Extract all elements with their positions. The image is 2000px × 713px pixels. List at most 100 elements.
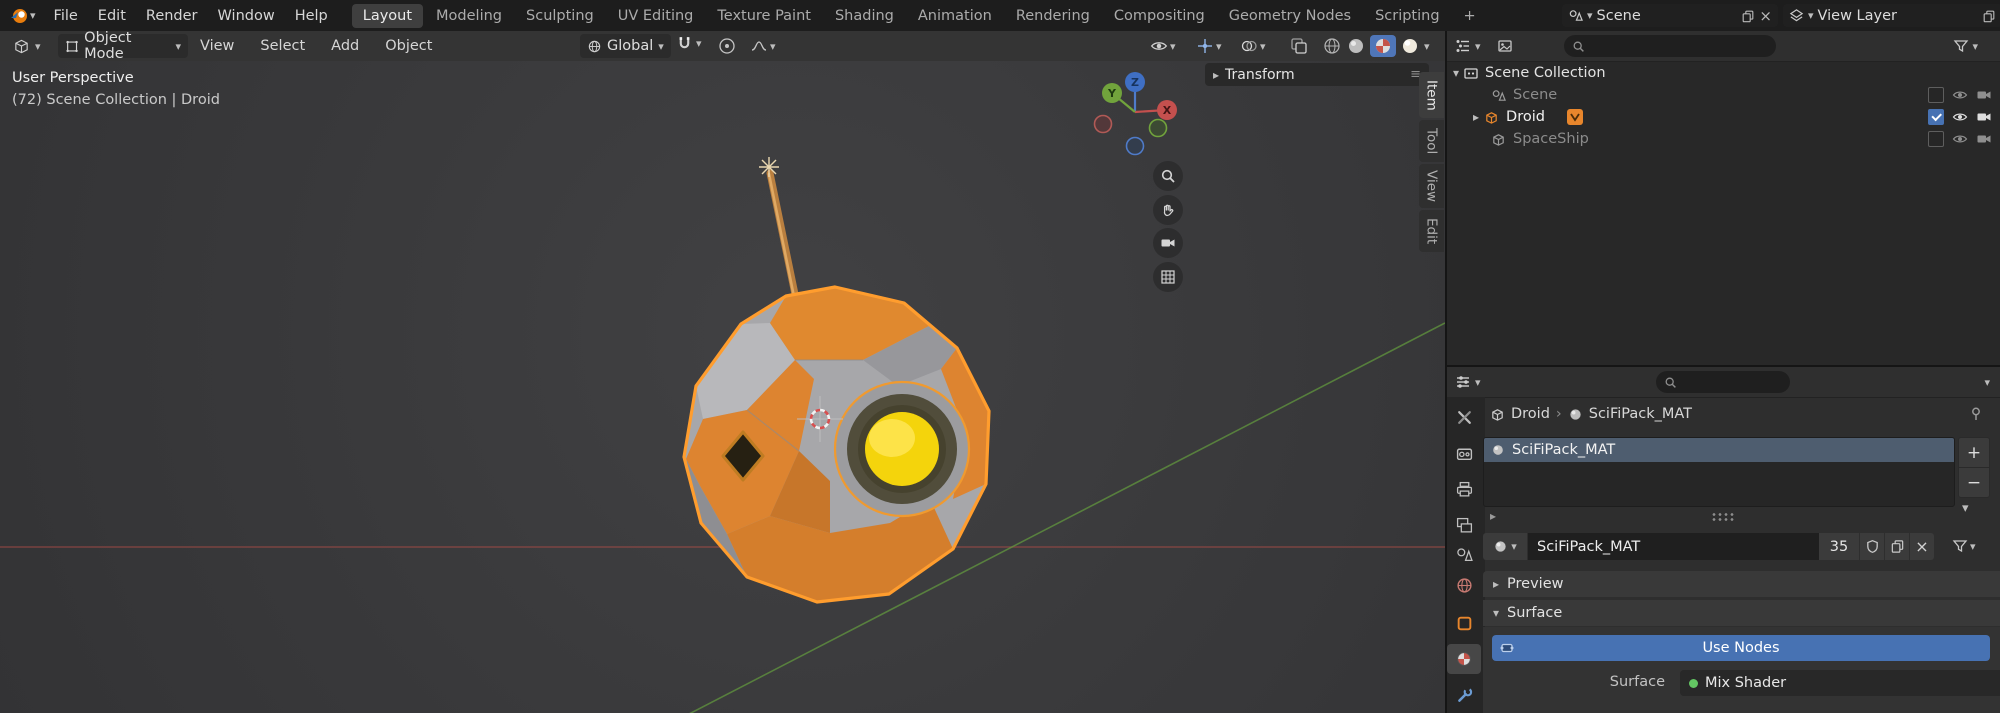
tab-object-properties[interactable] (1447, 608, 1481, 638)
list-resize-grip[interactable] (1711, 512, 1735, 521)
add-material-slot-button[interactable]: + (1958, 437, 1990, 468)
material-filter-button[interactable]: ▾ (1952, 538, 1976, 554)
menu-file[interactable]: File (44, 0, 88, 31)
scene-selector[interactable]: ▾ Scene × (1562, 4, 1778, 27)
shading-solid-icon[interactable] (1346, 36, 1366, 56)
material-name-input[interactable]: SciFiPack_MAT (1528, 533, 1836, 560)
gizmo-neg-y-ball[interactable] (1150, 120, 1167, 137)
duplicate-material-button[interactable] (1885, 533, 1909, 560)
tab-output-properties[interactable] (1447, 474, 1481, 504)
shading-wireframe-icon[interactable] (1322, 36, 1342, 56)
menu-edit[interactable]: Edit (88, 0, 136, 31)
blender-menu-button[interactable]: ▾ (0, 0, 44, 31)
display-mode-icon[interactable] (1497, 38, 1513, 54)
shading-rendered-icon[interactable] (1400, 36, 1420, 56)
properties-search-field[interactable] (1656, 371, 1790, 393)
slot-specials-button[interactable]: ▾ (1962, 500, 1969, 516)
menu-help[interactable]: Help (285, 0, 338, 31)
breadcrumb-material[interactable]: SciFiPack_MAT (1589, 406, 1692, 422)
workspace-tab-compositing[interactable]: Compositing (1103, 4, 1216, 28)
shading-material-active[interactable] (1370, 35, 1396, 57)
users-count-button[interactable]: 35 (1819, 533, 1859, 560)
breadcrumb-object[interactable]: Droid (1511, 406, 1550, 422)
new-view-layer-icon[interactable] (1982, 9, 1996, 23)
pin-icon[interactable] (1968, 406, 1984, 422)
mode-dropdown[interactable]: Object Mode ▾ (58, 34, 188, 58)
visibility-dropdown[interactable]: ▾ (1150, 37, 1176, 55)
outliner-row-scene[interactable]: Scene (1445, 84, 2000, 106)
new-scene-icon[interactable] (1741, 9, 1755, 23)
editor-type-button[interactable]: ▾ (6, 34, 48, 58)
snap-button[interactable]: ▾ (676, 35, 702, 52)
camera-icon[interactable] (1976, 109, 1992, 125)
disclosure-right-icon[interactable]: ▸ (1490, 510, 1496, 522)
unlink-material-button[interactable]: × (1910, 533, 1934, 560)
menu-view[interactable]: View (190, 31, 244, 61)
tab-scene-properties[interactable] (1447, 539, 1481, 569)
eye-icon[interactable] (1952, 109, 1968, 125)
workspace-tab-shading[interactable]: Shading (824, 4, 905, 28)
gizmo-neg-z-ball[interactable] (1127, 138, 1144, 155)
camera-view-button[interactable] (1153, 228, 1183, 258)
transform-panel-header[interactable]: ▸ Transform ≡ (1205, 63, 1429, 86)
workspace-tab-sculpting[interactable]: Sculpting (515, 4, 605, 28)
menu-window[interactable]: Window (208, 0, 285, 31)
add-workspace-button[interactable]: + (1453, 4, 1487, 28)
workspace-tab-layout[interactable]: Layout (352, 4, 423, 28)
outliner-search-field[interactable] (1564, 35, 1776, 57)
sidebar-tab-item[interactable]: Item (1419, 72, 1444, 118)
droid-model[interactable] (684, 157, 989, 602)
menu-select[interactable]: Select (250, 31, 315, 61)
browse-material-button[interactable]: ▾ (1483, 533, 1527, 560)
sidebar-tab-view[interactable]: View (1419, 164, 1444, 208)
surface-panel-header[interactable]: ▾ Surface ≡ (1483, 600, 2000, 626)
toggle-ortho-button[interactable] (1153, 262, 1183, 292)
viewport-3d[interactable]: User Perspective (72) Scene Collection |… (0, 61, 1445, 713)
workspace-tab-geometry-nodes[interactable]: Geometry Nodes (1218, 4, 1362, 28)
falloff-dropdown[interactable]: ▾ (750, 37, 776, 55)
tab-render-properties[interactable] (1447, 438, 1481, 468)
workspace-tab-scripting[interactable]: Scripting (1364, 4, 1450, 28)
workspace-tab-texture-paint[interactable]: Texture Paint (706, 4, 822, 28)
use-nodes-button[interactable]: Use Nodes (1492, 635, 1990, 661)
zoom-button[interactable] (1153, 161, 1183, 191)
tab-material-properties[interactable] (1447, 644, 1481, 674)
navigation-gizmo[interactable]: Z X Y (1085, 66, 1185, 161)
spaceship-checkbox[interactable] (1928, 131, 1944, 147)
remove-material-slot-button[interactable]: − (1958, 467, 1990, 498)
preview-panel-header[interactable]: ▸ Preview (1483, 571, 2000, 597)
tab-world-properties[interactable] (1447, 570, 1481, 600)
menu-object[interactable]: Object (375, 31, 442, 61)
sidebar-tab-edit[interactable]: Edit (1419, 210, 1444, 252)
eye-icon[interactable] (1952, 131, 1968, 147)
pan-button[interactable] (1153, 195, 1183, 225)
gizmos-dropdown[interactable]: ▾ (1196, 37, 1222, 55)
eye-icon[interactable] (1952, 87, 1968, 103)
tab-view-layer-properties[interactable] (1447, 510, 1481, 540)
menu-render[interactable]: Render (136, 0, 208, 31)
outliner-row-droid[interactable]: ▸ Droid (1445, 106, 2000, 128)
camera-icon[interactable] (1976, 131, 1992, 147)
workspace-tab-animation[interactable]: Animation (907, 4, 1003, 28)
workspace-tab-modeling[interactable]: Modeling (425, 4, 513, 28)
outliner-row-spaceship[interactable]: SpaceShip (1445, 128, 2000, 150)
scene-checkbox[interactable] (1928, 87, 1944, 103)
outliner-row-scene-collection[interactable]: ▾ Scene Collection (1445, 62, 2000, 84)
disclosure-down-icon[interactable]: ▾ (1453, 67, 1459, 79)
workspace-tab-uv-editing[interactable]: UV Editing (607, 4, 705, 28)
fake-user-button[interactable] (1860, 533, 1884, 560)
xray-toggle[interactable] (1290, 37, 1308, 55)
proportional-editing-toggle[interactable] (718, 37, 736, 55)
camera-icon[interactable] (1976, 87, 1992, 103)
properties-editor-type-button[interactable]: ▾ (1447, 374, 1489, 390)
overlays-dropdown[interactable]: ▾ (1240, 37, 1266, 55)
outliner-editor-type-button[interactable]: ▾ (1447, 38, 1489, 54)
chevron-down-icon[interactable]: ▾ (1984, 377, 1990, 388)
tab-tool-properties[interactable] (1447, 402, 1481, 432)
surface-shader-dropdown[interactable]: Mix Shader (1680, 670, 2000, 696)
workspace-tab-rendering[interactable]: Rendering (1005, 4, 1101, 28)
view-layer-selector[interactable]: ▾ View Layer (1783, 4, 2000, 27)
menu-add[interactable]: Add (321, 31, 369, 61)
outliner-filter-button[interactable]: ▾ (1953, 38, 1978, 54)
disclosure-right-icon[interactable]: ▸ (1473, 111, 1479, 123)
